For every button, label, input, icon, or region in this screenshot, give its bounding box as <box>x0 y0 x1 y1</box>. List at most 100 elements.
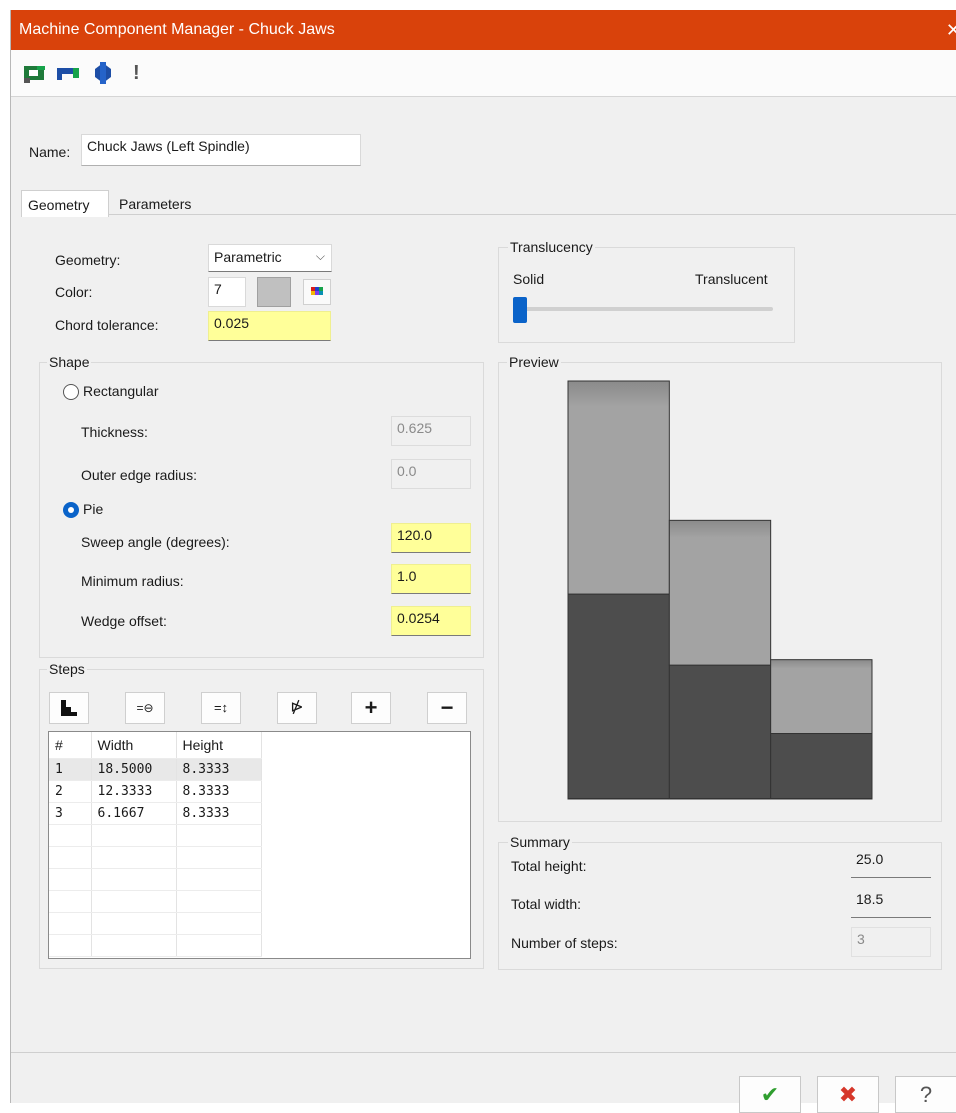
steps-table: # Width Height 1 18.5000 8.3333 2 12.333… <box>49 732 262 957</box>
thickness-label: Thickness: <box>81 424 148 440</box>
shape-title: Shape <box>47 354 92 370</box>
chuck-jaws-icon[interactable] <box>55 62 81 84</box>
thickness-field[interactable]: 0.625 <box>391 416 471 446</box>
wedge-offset-field[interactable]: 0.0254 <box>391 606 471 636</box>
title-bar: Machine Component Manager - Chuck Jaws ✕ <box>11 10 956 50</box>
warning-icon[interactable]: ! <box>133 62 147 84</box>
ok-button[interactable]: ✔ <box>739 1076 801 1113</box>
row-height[interactable]: 8.3333 <box>176 802 262 825</box>
equal-width-button[interactable]: =⊖ <box>125 692 165 724</box>
color-picker-button[interactable] <box>303 279 331 305</box>
checkmark-icon: ✔ <box>760 1082 780 1107</box>
color-number-field[interactable]: 7 <box>208 277 246 307</box>
remove-step-button[interactable]: − <box>427 692 467 724</box>
row-width[interactable]: 12.3333 <box>91 780 177 803</box>
total-width-label: Total width: <box>511 896 582 912</box>
cancel-button[interactable]: ✖ <box>817 1076 879 1113</box>
minimum-radius-field[interactable]: 1.0 <box>391 564 471 594</box>
row-number: 2 <box>49 780 92 803</box>
palette-icon <box>311 287 323 295</box>
geometry-label: Geometry: <box>55 252 121 268</box>
column-header: Height <box>176 732 262 759</box>
cancel-x-icon: ✖ <box>838 1082 858 1107</box>
tab-parameters[interactable]: Parameters <box>113 190 197 218</box>
pie-radio[interactable] <box>63 502 79 518</box>
table-empty-row <box>49 934 262 957</box>
preview-canvas <box>567 380 873 800</box>
chord-tolerance-label: Chord tolerance: <box>55 317 159 333</box>
row-number: 3 <box>49 802 92 825</box>
equal-height-button[interactable]: =↕ <box>201 692 241 724</box>
table-header-row: # Width Height <box>49 732 262 759</box>
table-empty-row <box>49 912 262 935</box>
reverse-button[interactable]: ⋫ <box>277 692 317 724</box>
number-of-steps-label: Number of steps: <box>511 935 618 951</box>
preview-jaw-step-base <box>668 664 772 800</box>
equal-height-icon: =↕ <box>213 700 229 715</box>
geometry-select[interactable]: Parametric ⌵ <box>208 244 332 272</box>
number-of-steps-value: 3 <box>851 927 931 957</box>
row-number: 1 <box>49 758 92 781</box>
table-empty-row <box>49 846 262 869</box>
table-row[interactable]: 1 18.5000 8.3333 <box>49 758 262 781</box>
name-label: Name: <box>29 144 71 160</box>
table-empty-row <box>49 890 262 913</box>
window-title: Machine Component Manager - Chuck Jaws <box>19 21 335 38</box>
pie-label: Pie <box>83 501 104 517</box>
table-row[interactable]: 2 12.3333 8.3333 <box>49 780 262 803</box>
component-manager-window: Machine Component Manager - Chuck Jaws ✕ <box>10 10 956 1113</box>
translucency-group <box>498 247 795 343</box>
translucency-title: Translucency <box>508 239 595 255</box>
tab-geometry[interactable]: Geometry <box>21 190 109 217</box>
table-row[interactable]: 3 6.1667 8.3333 <box>49 802 262 825</box>
footer-divider <box>11 1052 956 1053</box>
equal-width-icon: =⊖ <box>136 701 154 715</box>
translucency-translucent-label: Translucent <box>695 271 768 287</box>
preview-jaw-step-base <box>567 593 670 800</box>
rectangular-radio[interactable] <box>63 384 79 400</box>
preview-jaw-step-top <box>668 519 772 666</box>
outer-edge-radius-label: Outer edge radius: <box>81 467 197 483</box>
translucency-slider-track[interactable] <box>513 307 773 311</box>
total-height-value: 25.0 <box>851 848 931 878</box>
color-label: Color: <box>55 284 93 300</box>
help-button[interactable]: ? <box>895 1076 956 1113</box>
close-icon[interactable]: ✕ <box>946 10 956 50</box>
preview-baseline <box>568 798 872 799</box>
rectangular-label: Rectangular <box>83 383 159 399</box>
outer-edge-radius-field[interactable]: 0.0 <box>391 459 471 489</box>
geometry-select-value: Parametric <box>214 249 282 265</box>
steps-title: Steps <box>47 661 87 677</box>
table-empty-row <box>49 868 262 891</box>
remove-icon: − <box>440 695 454 720</box>
total-height-label: Total height: <box>511 858 587 874</box>
reverse-icon: ⋫ <box>290 699 304 716</box>
translucency-solid-label: Solid <box>513 271 545 287</box>
row-height[interactable]: 8.3333 <box>176 758 262 781</box>
row-width[interactable]: 6.1667 <box>91 802 177 825</box>
minimum-radius-label: Minimum radius: <box>81 573 184 589</box>
wedge-offset-label: Wedge offset: <box>81 613 167 629</box>
row-height[interactable]: 8.3333 <box>176 780 262 803</box>
row-width[interactable]: 18.5000 <box>91 758 177 781</box>
sweep-angle-field[interactable]: 120.0 <box>391 523 471 553</box>
add-icon: + <box>364 695 378 720</box>
toolbar: ! <box>11 50 956 97</box>
translucency-slider-thumb[interactable] <box>513 297 527 323</box>
preview-jaw-step-base <box>770 733 873 800</box>
gear-component-icon[interactable] <box>91 62 115 84</box>
summary-title: Summary <box>508 834 572 850</box>
preview-jaw-step-top <box>567 380 670 595</box>
chord-tolerance-field[interactable]: 0.025 <box>208 311 331 341</box>
chevron-down-icon: ⌵ <box>315 249 325 263</box>
add-step-button[interactable]: + <box>351 692 391 724</box>
column-header: # <box>49 732 92 759</box>
staircase-button[interactable] <box>49 692 89 724</box>
preview-jaw-step-top <box>770 659 873 735</box>
stock-component-icon[interactable] <box>23 62 47 84</box>
color-swatch[interactable] <box>257 277 291 307</box>
total-width-value: 18.5 <box>851 888 931 918</box>
name-field[interactable]: Chuck Jaws (Left Spindle) <box>81 134 361 166</box>
column-header: Width <box>91 732 177 759</box>
preview-title: Preview <box>507 354 561 370</box>
